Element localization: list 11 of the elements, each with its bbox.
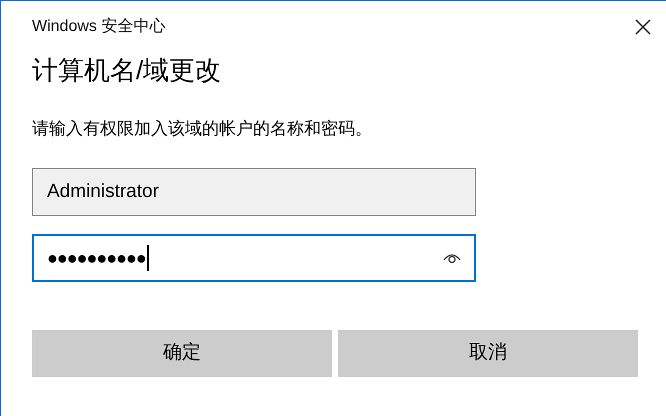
field-value: Administrator bbox=[47, 180, 159, 204]
username-field[interactable]: Administrator bbox=[32, 168, 476, 216]
instruction-text: 请输入有权限加入该域的帐户的名称和密码。 bbox=[32, 119, 372, 138]
eye-icon[interactable] bbox=[443, 252, 461, 264]
password-field[interactable]: ●●●●●●●●●● bbox=[32, 234, 476, 282]
window-title: Windows 安全中心 bbox=[32, 16, 166, 37]
dialog-heading: 计算机名/域更改 bbox=[32, 55, 222, 85]
cancel-button[interactable]: 取消 bbox=[338, 330, 638, 377]
masked-password: ●●●●●●●●●● bbox=[47, 246, 146, 270]
ok-button[interactable]: 确定 bbox=[32, 330, 332, 377]
text-caret bbox=[146, 245, 149, 271]
